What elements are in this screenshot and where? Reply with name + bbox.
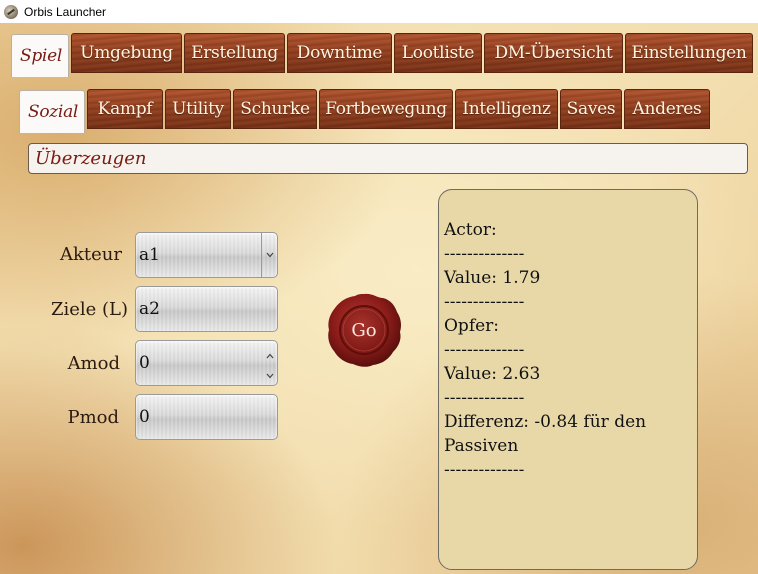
tab-lootliste[interactable]: Lootliste bbox=[394, 33, 482, 73]
result-line: Differenz: -0.84 für den Passiven bbox=[444, 412, 652, 456]
tab-downtime[interactable]: Downtime bbox=[287, 33, 392, 73]
tab-spiel[interactable]: Spiel bbox=[11, 34, 69, 77]
akteur-dropdown[interactable]: a1 bbox=[135, 232, 278, 278]
chevron-down-icon[interactable] bbox=[261, 233, 277, 277]
ziele-value: a2 bbox=[139, 299, 160, 319]
subtab-fortbewegung[interactable]: Fortbewegung bbox=[319, 89, 453, 129]
tab-dm-uebersicht[interactable]: DM-Übersicht bbox=[484, 33, 623, 73]
sub-tab-bar: Sozial Kampf Utility Schurke Fortbewegun… bbox=[19, 89, 710, 133]
amod-value: 0 bbox=[139, 353, 150, 373]
subtab-schurke[interactable]: Schurke bbox=[233, 89, 317, 129]
amod-spinner-buttons bbox=[262, 341, 277, 385]
result-separator: -------------- bbox=[444, 460, 525, 480]
akteur-value: a1 bbox=[139, 245, 160, 265]
tab-einstellungen[interactable]: Einstellungen bbox=[625, 33, 753, 73]
amod-label: Amod bbox=[67, 353, 120, 374]
result-line: Opfer: bbox=[444, 316, 500, 336]
subtab-intelligenz[interactable]: Intelligenz bbox=[455, 89, 558, 129]
result-line: Value: 1.79 bbox=[444, 268, 541, 288]
chevron-up-icon[interactable] bbox=[266, 344, 274, 364]
tab-erstellung[interactable]: Erstellung bbox=[184, 33, 285, 73]
chevron-down-icon[interactable] bbox=[266, 364, 274, 384]
result-separator: -------------- bbox=[444, 292, 525, 312]
amod-stepper[interactable]: 0 bbox=[135, 340, 278, 386]
pmod-label: Pmod bbox=[67, 407, 119, 428]
subtab-saves[interactable]: Saves bbox=[560, 89, 622, 129]
result-panel: Actor: -------------- Value: 1.79 ------… bbox=[438, 189, 698, 570]
subtab-utility[interactable]: Utility bbox=[165, 89, 231, 129]
ziele-input[interactable]: a2 bbox=[135, 286, 278, 332]
akteur-label: Akteur bbox=[60, 244, 122, 265]
result-line: Value: 2.63 bbox=[444, 364, 541, 384]
ziele-label: Ziele (L) bbox=[50, 299, 128, 320]
tab-umgebung[interactable]: Umgebung bbox=[71, 33, 182, 73]
main-tab-bar: Spiel Umgebung Erstellung Downtime Lootl… bbox=[11, 33, 753, 77]
go-button-label: Go bbox=[351, 319, 377, 341]
go-button[interactable]: Go bbox=[325, 292, 403, 368]
result-separator: -------------- bbox=[444, 244, 525, 264]
action-selector-value: Überzeugen bbox=[35, 148, 147, 169]
app-logo-icon bbox=[4, 4, 18, 19]
pmod-value: 0 bbox=[139, 407, 150, 427]
subtab-anderes[interactable]: Anderes bbox=[624, 89, 710, 129]
action-selector[interactable]: Überzeugen bbox=[28, 143, 748, 174]
subtab-sozial[interactable]: Sozial bbox=[19, 90, 85, 133]
pmod-input[interactable]: 0 bbox=[135, 394, 278, 440]
result-line: Actor: bbox=[444, 220, 497, 240]
subtab-kampf[interactable]: Kampf bbox=[87, 89, 163, 129]
window-title: Orbis Launcher bbox=[24, 4, 107, 19]
result-separator: -------------- bbox=[444, 388, 525, 408]
result-separator: -------------- bbox=[444, 340, 525, 360]
title-bar: Orbis Launcher bbox=[0, 0, 758, 23]
